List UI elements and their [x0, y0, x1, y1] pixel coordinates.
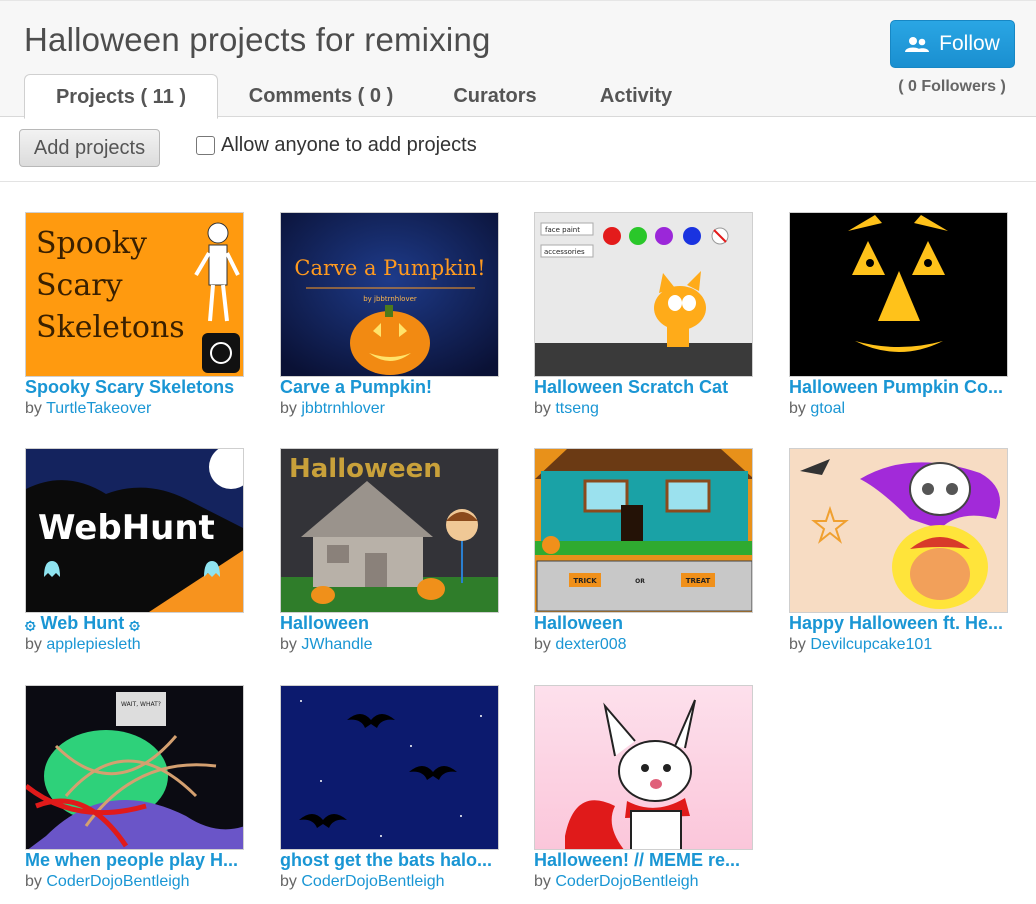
project-title[interactable]: Halloween Scratch Cat	[534, 377, 754, 398]
thumb-text: Spooky	[36, 226, 147, 261]
thumb-text: TRICK	[573, 577, 597, 585]
project-thumbnail[interactable]: WebHunt	[25, 448, 244, 613]
author-link[interactable]: TurtleTakeover	[46, 400, 151, 417]
author-link[interactable]: Devilcupcake101	[810, 636, 932, 653]
project-title[interactable]: ghost get the bats halo...	[280, 850, 500, 871]
project-byline: by CoderDojoBentleigh	[25, 873, 190, 891]
follow-button[interactable]: Follow	[890, 20, 1015, 68]
project-byline: by jbbtrnhlover	[280, 400, 385, 418]
author-link[interactable]: gtoal	[810, 400, 845, 417]
thumb-text: Carve a Pumpkin!	[294, 256, 485, 280]
project-title[interactable]: Halloween Pumpkin Co...	[789, 377, 1009, 398]
project-thumbnail[interactable]: Carve a Pumpkin! by jbbtrnhlover	[280, 212, 499, 377]
author-link[interactable]: JWhandle	[301, 636, 372, 653]
users-icon	[905, 36, 931, 52]
project-byline: by JWhandle	[280, 636, 373, 654]
project-title[interactable]: Happy Halloween ft. He...	[789, 613, 1009, 634]
project-byline: by dexter008	[534, 636, 627, 654]
by-label: by	[789, 636, 806, 653]
follow-label: Follow	[939, 32, 1000, 55]
author-link[interactable]: ttseng	[555, 400, 599, 417]
thumb-text: face paint	[545, 226, 580, 234]
projects-toolbar: Add projects Allow anyone to add project…	[0, 117, 1036, 182]
project-thumbnail[interactable]: Spooky Scary Skeletons	[25, 212, 244, 377]
project-thumbnail[interactable]	[789, 212, 1008, 377]
studio-tabs: Projects ( 11 ) Comments ( 0 ) Curators …	[24, 74, 706, 119]
thumb-text: OR	[635, 578, 645, 585]
author-link[interactable]: CoderDojoBentleigh	[555, 873, 698, 890]
author-link[interactable]: jbbtrnhlover	[301, 400, 385, 417]
project-title[interactable]: Halloween! // MEME re...	[534, 850, 754, 871]
by-label: by	[534, 400, 551, 417]
project-byline: by CoderDojoBentleigh	[280, 873, 445, 891]
tab-activity[interactable]: Activity	[566, 74, 706, 118]
project-thumbnail[interactable]: Halloween	[280, 448, 499, 613]
project-byline: by Devilcupcake101	[789, 636, 932, 654]
studio-title: Halloween projects for remixing	[24, 21, 491, 58]
project-thumbnail[interactable]	[534, 685, 753, 850]
project-title[interactable]: Me when people play H...	[25, 850, 245, 871]
by-label: by	[789, 400, 806, 417]
tab-comments[interactable]: Comments ( 0 )	[218, 74, 424, 118]
author-link[interactable]: dexter008	[555, 636, 626, 653]
allow-anyone-option[interactable]: Allow anyone to add projects	[196, 134, 477, 157]
thumb-text: accessories	[544, 248, 585, 256]
allow-anyone-checkbox[interactable]	[196, 136, 215, 155]
project-byline: by TurtleTakeover	[25, 400, 151, 418]
project-byline: by gtoal	[789, 400, 845, 418]
author-link[interactable]: applepiesleth	[46, 636, 140, 653]
tab-projects[interactable]: Projects ( 11 )	[24, 74, 218, 119]
studio-header: Halloween projects for remixing Projects…	[0, 0, 1036, 119]
project-title[interactable]: Carve a Pumpkin!	[280, 377, 500, 398]
by-label: by	[534, 636, 551, 653]
by-label: by	[25, 400, 42, 417]
by-label: by	[25, 873, 42, 890]
project-byline: by CoderDojoBentleigh	[534, 873, 699, 891]
author-link[interactable]: CoderDojoBentleigh	[301, 873, 444, 890]
thumb-text: Scary	[36, 268, 123, 303]
project-title[interactable]: Halloween	[534, 613, 754, 634]
project-thumbnail[interactable]	[280, 685, 499, 850]
project-thumbnail[interactable]	[789, 448, 1008, 613]
project-title[interactable]: ۞ Web Hunt ۞	[25, 613, 245, 634]
thumb-text: WAIT, WHAT?	[121, 701, 161, 708]
by-label: by	[280, 636, 297, 653]
project-title[interactable]: Halloween	[280, 613, 500, 634]
author-link[interactable]: CoderDojoBentleigh	[46, 873, 189, 890]
thumb-text: Halloween	[289, 454, 442, 484]
by-label: by	[280, 873, 297, 890]
by-label: by	[534, 873, 551, 890]
thumb-text: TREAT	[686, 577, 711, 585]
project-thumbnail[interactable]: TRICK OR TREAT	[534, 448, 753, 613]
project-byline: by applepiesleth	[25, 636, 141, 654]
thumb-text: Skeletons	[36, 310, 185, 345]
project-thumbnail[interactable]: face paint accessories	[534, 212, 753, 377]
thumb-text: by jbbtrnhlover	[363, 295, 417, 303]
project-byline: by ttseng	[534, 400, 599, 418]
by-label: by	[280, 400, 297, 417]
add-projects-button[interactable]: Add projects	[19, 129, 160, 167]
project-title[interactable]: Spooky Scary Skeletons	[25, 377, 245, 398]
thumb-text: WebHunt	[38, 508, 215, 548]
followers-count: ( 0 Followers )	[898, 78, 1006, 95]
tab-curators[interactable]: Curators	[424, 74, 566, 118]
by-label: by	[25, 636, 42, 653]
allow-anyone-label: Allow anyone to add projects	[221, 134, 477, 156]
project-thumbnail[interactable]: WAIT, WHAT?	[25, 685, 244, 850]
